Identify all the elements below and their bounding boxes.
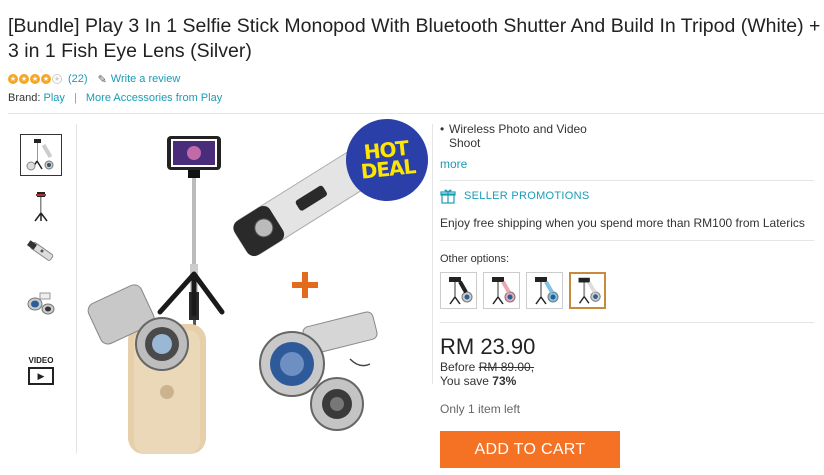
star-icon: ★	[8, 74, 18, 84]
star-icon: ★	[41, 74, 51, 84]
variant-option[interactable]	[440, 272, 477, 309]
rating-row: ★ ★ ★ ★ ★ (22) ✎ Write a review	[8, 72, 180, 86]
add-to-cart-button[interactable]: ADD TO CART	[440, 431, 620, 468]
review-count[interactable]: (22)	[68, 73, 88, 85]
thumbnail-4[interactable]	[20, 282, 62, 324]
star-icon: ★	[30, 74, 40, 84]
more-link[interactable]: more	[440, 157, 467, 171]
thumbnail-2[interactable]	[20, 184, 62, 226]
brand-separator: |	[73, 92, 77, 104]
thumbnail-3[interactable]	[20, 232, 62, 274]
product-details: • Wireless Photo and Video Shoot more SE…	[440, 122, 814, 468]
variant-option[interactable]	[526, 272, 563, 309]
rating-stars: ★ ★ ★ ★ ★	[8, 74, 62, 84]
other-options-label: Other options:	[440, 253, 510, 265]
seller-promotions-heading: SELLER PROMOTIONS	[440, 188, 590, 204]
savings-row: You save 73%	[440, 374, 516, 388]
variant-option-selected[interactable]	[569, 272, 606, 309]
video-thumbnail[interactable]: VIDEO ▶	[24, 356, 58, 385]
brand-label: Brand:	[8, 92, 41, 104]
folded-stick-thumb	[27, 240, 54, 261]
highlight-line1: Wireless Photo and Video	[449, 122, 587, 136]
brand-row: Brand: Play | More Accessories from Play	[8, 92, 222, 104]
gift-icon	[440, 189, 456, 204]
write-review-link[interactable]: ✎ Write a review	[98, 73, 181, 86]
seller-promotions-label: SELLER PROMOTIONS	[464, 190, 590, 202]
selfie-stick-bundle-thumb	[26, 139, 54, 171]
gallery-divider	[76, 124, 77, 454]
save-percent: 73%	[492, 374, 517, 388]
stock-status: Only 1 item left	[440, 402, 521, 416]
more-from-brand-link[interactable]: More Accessories from Play	[86, 92, 222, 104]
write-review-label: Write a review	[110, 73, 181, 85]
variant-options	[440, 272, 606, 309]
current-price: RM 23.90	[440, 334, 536, 359]
bullet-dot: •	[440, 122, 445, 136]
fish-eye-lens-thumb	[27, 292, 55, 315]
star-empty-icon: ★	[52, 74, 62, 84]
details-divider	[432, 124, 433, 384]
promotion-text: Enjoy free shipping when you spend more …	[440, 216, 805, 230]
star-icon: ★	[19, 74, 29, 84]
highlight-bullet: • Wireless Photo and Video Shoot	[440, 122, 814, 150]
original-price: RM 89.00,	[478, 360, 535, 374]
product-title: [Bundle] Play 3 In 1 Selfie Stick Monopo…	[8, 15, 821, 62]
divider	[440, 322, 814, 323]
selfie-stick-tripod-thumb	[34, 192, 48, 222]
divider	[440, 240, 814, 241]
hot-deal-line2: DEAL	[359, 154, 417, 184]
video-label: VIDEO	[28, 356, 54, 365]
thumbnail-1[interactable]	[20, 134, 62, 176]
play-icon: ▶	[28, 367, 54, 385]
variant-option[interactable]	[483, 272, 520, 309]
before-label: Before	[440, 360, 476, 374]
save-label: You save	[440, 374, 489, 388]
highlight-line2: Shoot	[449, 136, 481, 150]
brand-link[interactable]: Play	[43, 92, 64, 104]
divider	[440, 180, 814, 181]
pencil-icon: ✎	[97, 73, 107, 86]
original-price-row: Before RM 89.00,	[440, 360, 534, 374]
